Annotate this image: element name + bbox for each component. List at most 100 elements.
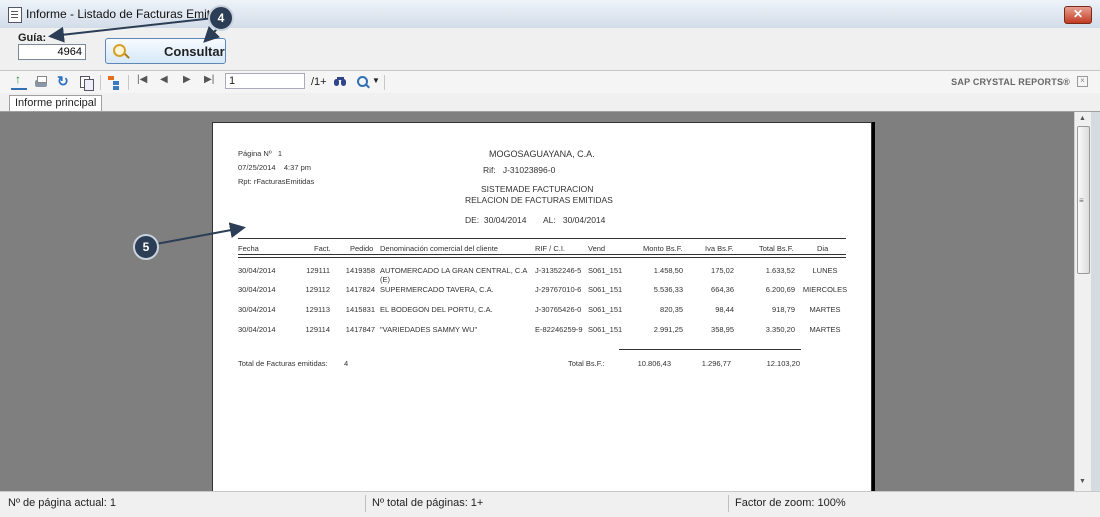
table-header-rule	[238, 254, 846, 255]
table-cell-monto: 2.991,25	[653, 325, 683, 334]
print-icon[interactable]	[33, 74, 49, 90]
zoom-dropdown-caret-icon[interactable]: ▼	[372, 76, 380, 85]
table-cell-pedido: 1417847	[345, 325, 375, 334]
table-cell-iva: 664,36	[711, 285, 734, 294]
status-divider	[365, 495, 366, 512]
status-zoom: Factor de zoom: 100%	[735, 497, 846, 509]
page-label: Página Nº 1	[238, 149, 283, 158]
page-total: /1+	[311, 76, 327, 88]
scroll-down-icon[interactable]: ▼	[1079, 478, 1086, 485]
tab-informe-principal[interactable]: Informe principal	[9, 95, 103, 111]
query-panel: Guía: Consultar	[0, 28, 1100, 71]
table-cell-iva: 358,95	[711, 325, 734, 334]
table-cell-rif: E-82246259-9	[535, 325, 583, 334]
guia-label: Guía:	[18, 32, 47, 44]
table-cell-cliente: EL BODEGON DEL PORTU, C.A.	[380, 305, 493, 314]
report-tabs: Informe principal	[0, 93, 1100, 112]
prev-page-icon[interactable]: ◀	[160, 74, 168, 85]
table-cell-fecha: 30/04/2014	[238, 285, 276, 294]
table-cell-cliente: AUTOMERCADO LA GRAN CENTRAL, C.A	[380, 266, 528, 275]
report-system: SISTEMADE FACTURACION	[481, 184, 594, 194]
table-cell-cliente: "VARIEDADES SAMMY WU"	[380, 325, 478, 334]
table-cell-dia: MARTES	[809, 305, 841, 314]
table-cell-iva: 98,44	[715, 305, 734, 314]
toolbar-separator	[128, 75, 129, 90]
table-cell-dia: MIERCOLES	[802, 285, 848, 294]
table-cell-total: 6.200,69	[765, 285, 795, 294]
guia-input[interactable]	[18, 44, 86, 60]
report-date-range: DE: 30/04/2014 AL: 30/04/2014	[465, 215, 606, 225]
total-bs-label: Total Bs.F.:	[568, 359, 605, 368]
table-cell-rif: J-30765426-0	[535, 305, 582, 314]
next-page-icon[interactable]: ▶	[183, 74, 191, 85]
table-cell-monto: 5.536,33	[653, 285, 683, 294]
vertical-scrollbar[interactable]: ▲ ≡ ▼	[1074, 112, 1091, 491]
column-header: Dia	[817, 244, 829, 253]
table-cell-fact: 129112	[305, 285, 330, 294]
column-header: Monto Bs.F.	[643, 244, 683, 253]
close-icon[interactable]: ✕	[1064, 6, 1092, 24]
window-titlebar: Informe - Listado de Facturas Emitidas ✕	[0, 0, 1100, 29]
last-page-icon[interactable]: ▶|	[204, 74, 214, 85]
scroll-grip-icon: ≡	[1079, 196, 1084, 205]
viewer-toolbar: |◀ ◀ ▶ ▶| 1 /1+ ▼ SAP CRYSTAL REPORTS® ×	[0, 71, 1100, 94]
callout-4: 4	[208, 5, 234, 31]
first-page-icon[interactable]: |◀	[137, 74, 147, 85]
close-panel-icon[interactable]: ×	[1077, 76, 1088, 87]
table-cell-fecha: 30/04/2014	[238, 266, 276, 275]
callout-5: 5	[133, 234, 159, 260]
table-cell-dia: MARTES	[809, 325, 841, 334]
total-monto: 10.806,43	[637, 359, 671, 368]
export-icon[interactable]	[11, 72, 27, 90]
table-top-rule	[238, 238, 846, 239]
report-datetime: 07/25/2014 4:37 pm	[238, 163, 311, 172]
search-icon	[113, 44, 126, 57]
table-cell-rif: J-31352246-5	[535, 266, 582, 275]
column-header: Vend	[588, 244, 606, 253]
column-header: Pedido	[350, 244, 374, 253]
column-header: Fact.	[314, 244, 331, 253]
table-header-rule	[238, 257, 846, 258]
scroll-up-icon[interactable]: ▲	[1079, 115, 1086, 122]
table-cell-fact: 129113	[305, 305, 330, 314]
table-cell-total: 918,79	[772, 305, 795, 314]
page-number-input[interactable]: 1	[225, 73, 305, 89]
status-total-pages: Nº total de páginas: 1+	[372, 497, 484, 509]
crystal-reports-brand: SAP CRYSTAL REPORTS®	[951, 77, 1070, 87]
table-cell-vend: S061_151	[588, 285, 623, 294]
find-icon[interactable]	[333, 74, 349, 90]
table-cell-rif: J-29767010-6	[535, 285, 582, 294]
total-facturas-value: 4	[344, 359, 349, 368]
table-cell-fact: 129114	[305, 325, 330, 334]
window-title: Informe - Listado de Facturas Emitidas	[26, 7, 233, 21]
total-facturas-label: Total de Facturas emitidas:	[238, 359, 328, 368]
table-cell-pedido: 1417824	[345, 285, 375, 294]
report-page: Página Nº 1 07/25/2014 4:37 pm Rpt: rFac…	[212, 122, 872, 491]
table-cell-iva: 175,02	[711, 266, 734, 275]
total-iva: 1.296,77	[701, 359, 731, 368]
table-cell-cliente: SUPERMERCADO TAVERA, C.A.	[380, 285, 494, 294]
table-cell-fact: 129111	[306, 266, 330, 275]
report-viewer[interactable]: Página Nº 1 07/25/2014 4:37 pm Rpt: rFac…	[0, 112, 1074, 491]
column-header: RIF / C.I.	[535, 244, 565, 253]
status-current-page: Nº de página actual: 1	[8, 497, 116, 509]
table-cell-vend: S061_151	[588, 325, 623, 334]
report-subtitle: RELACION DE FACTURAS EMITIDAS	[465, 195, 613, 205]
consultar-button[interactable]: Consultar	[105, 38, 226, 64]
group-tree-icon[interactable]	[106, 74, 122, 90]
toolbar-separator	[100, 75, 101, 90]
table-cell-dia: LUNES	[812, 266, 838, 275]
table-cell-fecha: 30/04/2014	[238, 325, 276, 334]
company-rif: Rif: J-31023896-0	[483, 165, 556, 175]
table-cell-total: 3.350,20	[765, 325, 795, 334]
refresh-icon[interactable]	[55, 73, 71, 90]
column-header: Fecha	[238, 244, 259, 253]
total-total: 12.103,20	[766, 359, 800, 368]
column-header: Denominación comercial del cliente	[380, 244, 498, 253]
table-cell-fecha: 30/04/2014	[238, 305, 276, 314]
report-app-icon	[8, 7, 22, 23]
table-cell-pedido: 1419358	[345, 266, 375, 275]
copy-icon[interactable]	[78, 74, 94, 91]
zoom-icon[interactable]	[355, 74, 371, 90]
table-cell-pedido: 1415831	[345, 305, 375, 314]
